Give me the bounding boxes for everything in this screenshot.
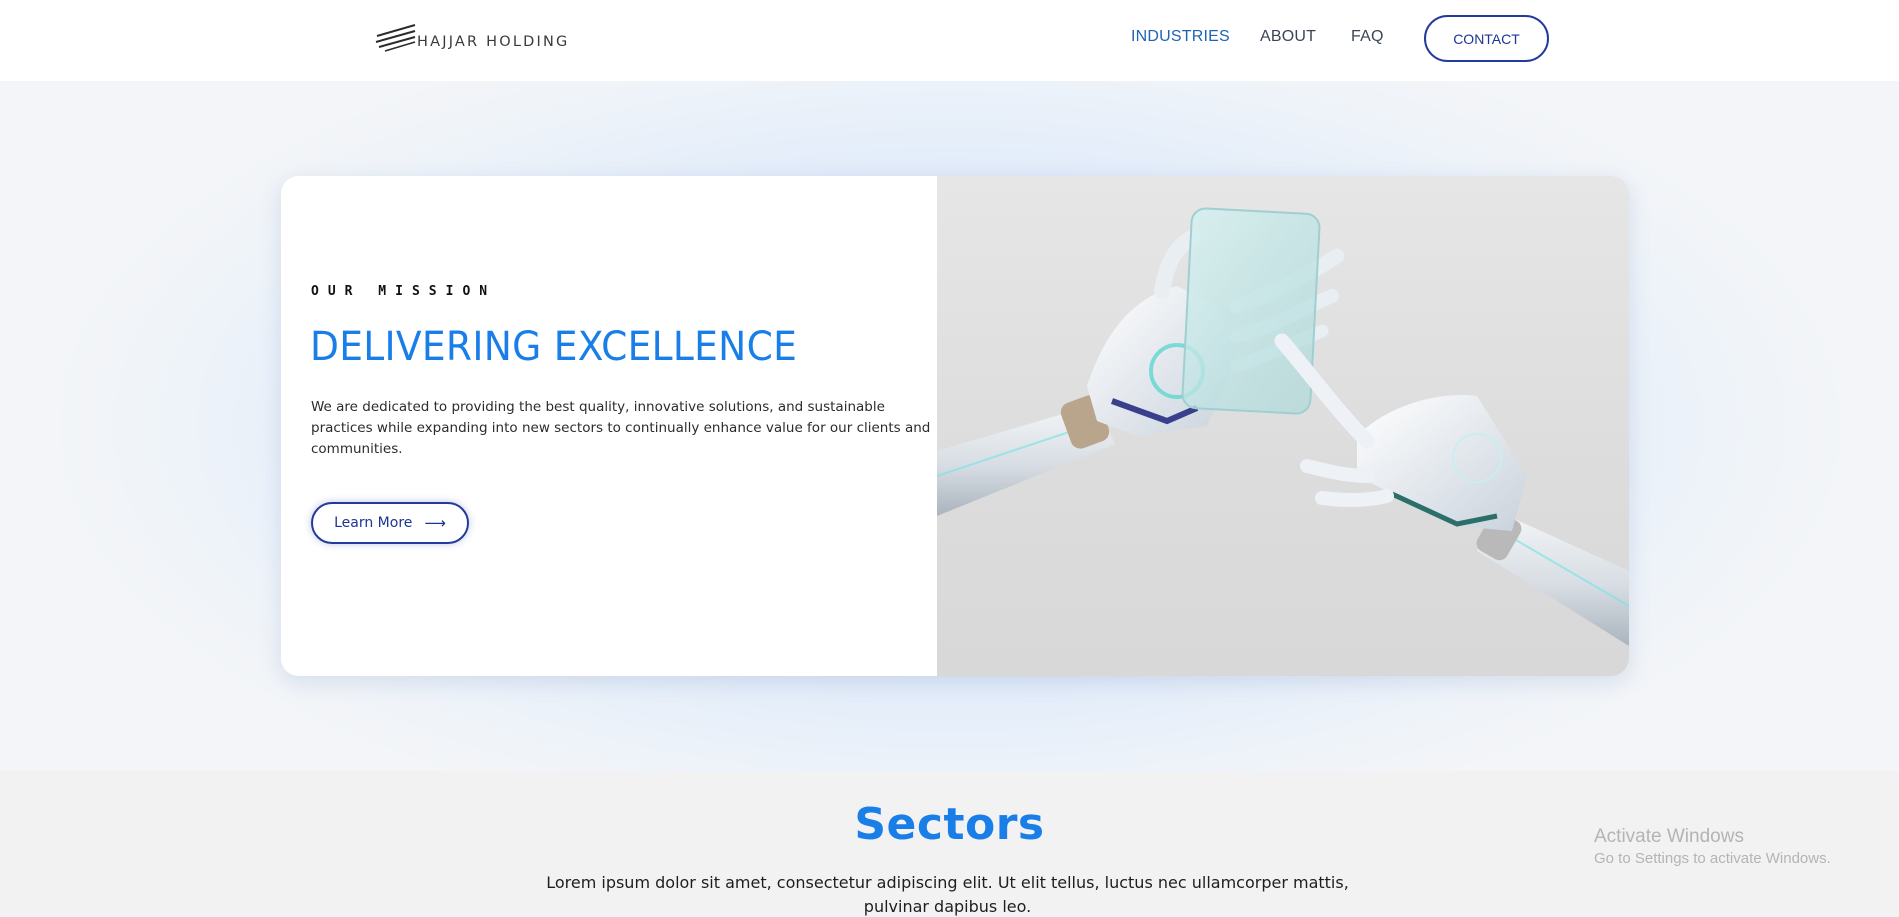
robot-hands-image	[937, 176, 1629, 676]
hero-title: DELIVERING EXCELLENCE	[310, 324, 798, 370]
nav-faq[interactable]: FAQ	[1351, 28, 1384, 46]
hero-section: OUR MISSION DELIVERING EXCELLENCE We are…	[0, 81, 1899, 771]
nav-industries[interactable]: INDUSTRIES	[1131, 28, 1230, 46]
mission-card: OUR MISSION DELIVERING EXCELLENCE We are…	[281, 176, 1629, 676]
site-header: HAJJAR HOLDING INDUSTRIES ABOUT FAQ CONT…	[0, 0, 1899, 81]
arrow-right-icon: ⟶	[424, 514, 446, 532]
activate-windows-subtitle: Go to Settings to activate Windows.	[1594, 850, 1831, 867]
activate-windows-title: Activate Windows	[1594, 826, 1744, 847]
nav-about[interactable]: ABOUT	[1260, 28, 1316, 46]
sectors-description: Lorem ipsum dolor sit amet, consectetur …	[546, 873, 1349, 916]
mission-text-panel: OUR MISSION DELIVERING EXCELLENCE We are…	[281, 176, 937, 676]
contact-button[interactable]: CONTACT	[1424, 15, 1549, 62]
hero-description: We are dedicated to providing the best q…	[311, 399, 931, 457]
learn-more-button[interactable]: Learn More ⟶	[311, 502, 469, 544]
robot-hands-illustration	[937, 207, 1629, 646]
mission-eyebrow: OUR MISSION	[311, 284, 497, 299]
main-nav: INDUSTRIES ABOUT FAQ CONTACT	[0, 0, 1899, 81]
learn-more-label: Learn More	[334, 515, 413, 531]
